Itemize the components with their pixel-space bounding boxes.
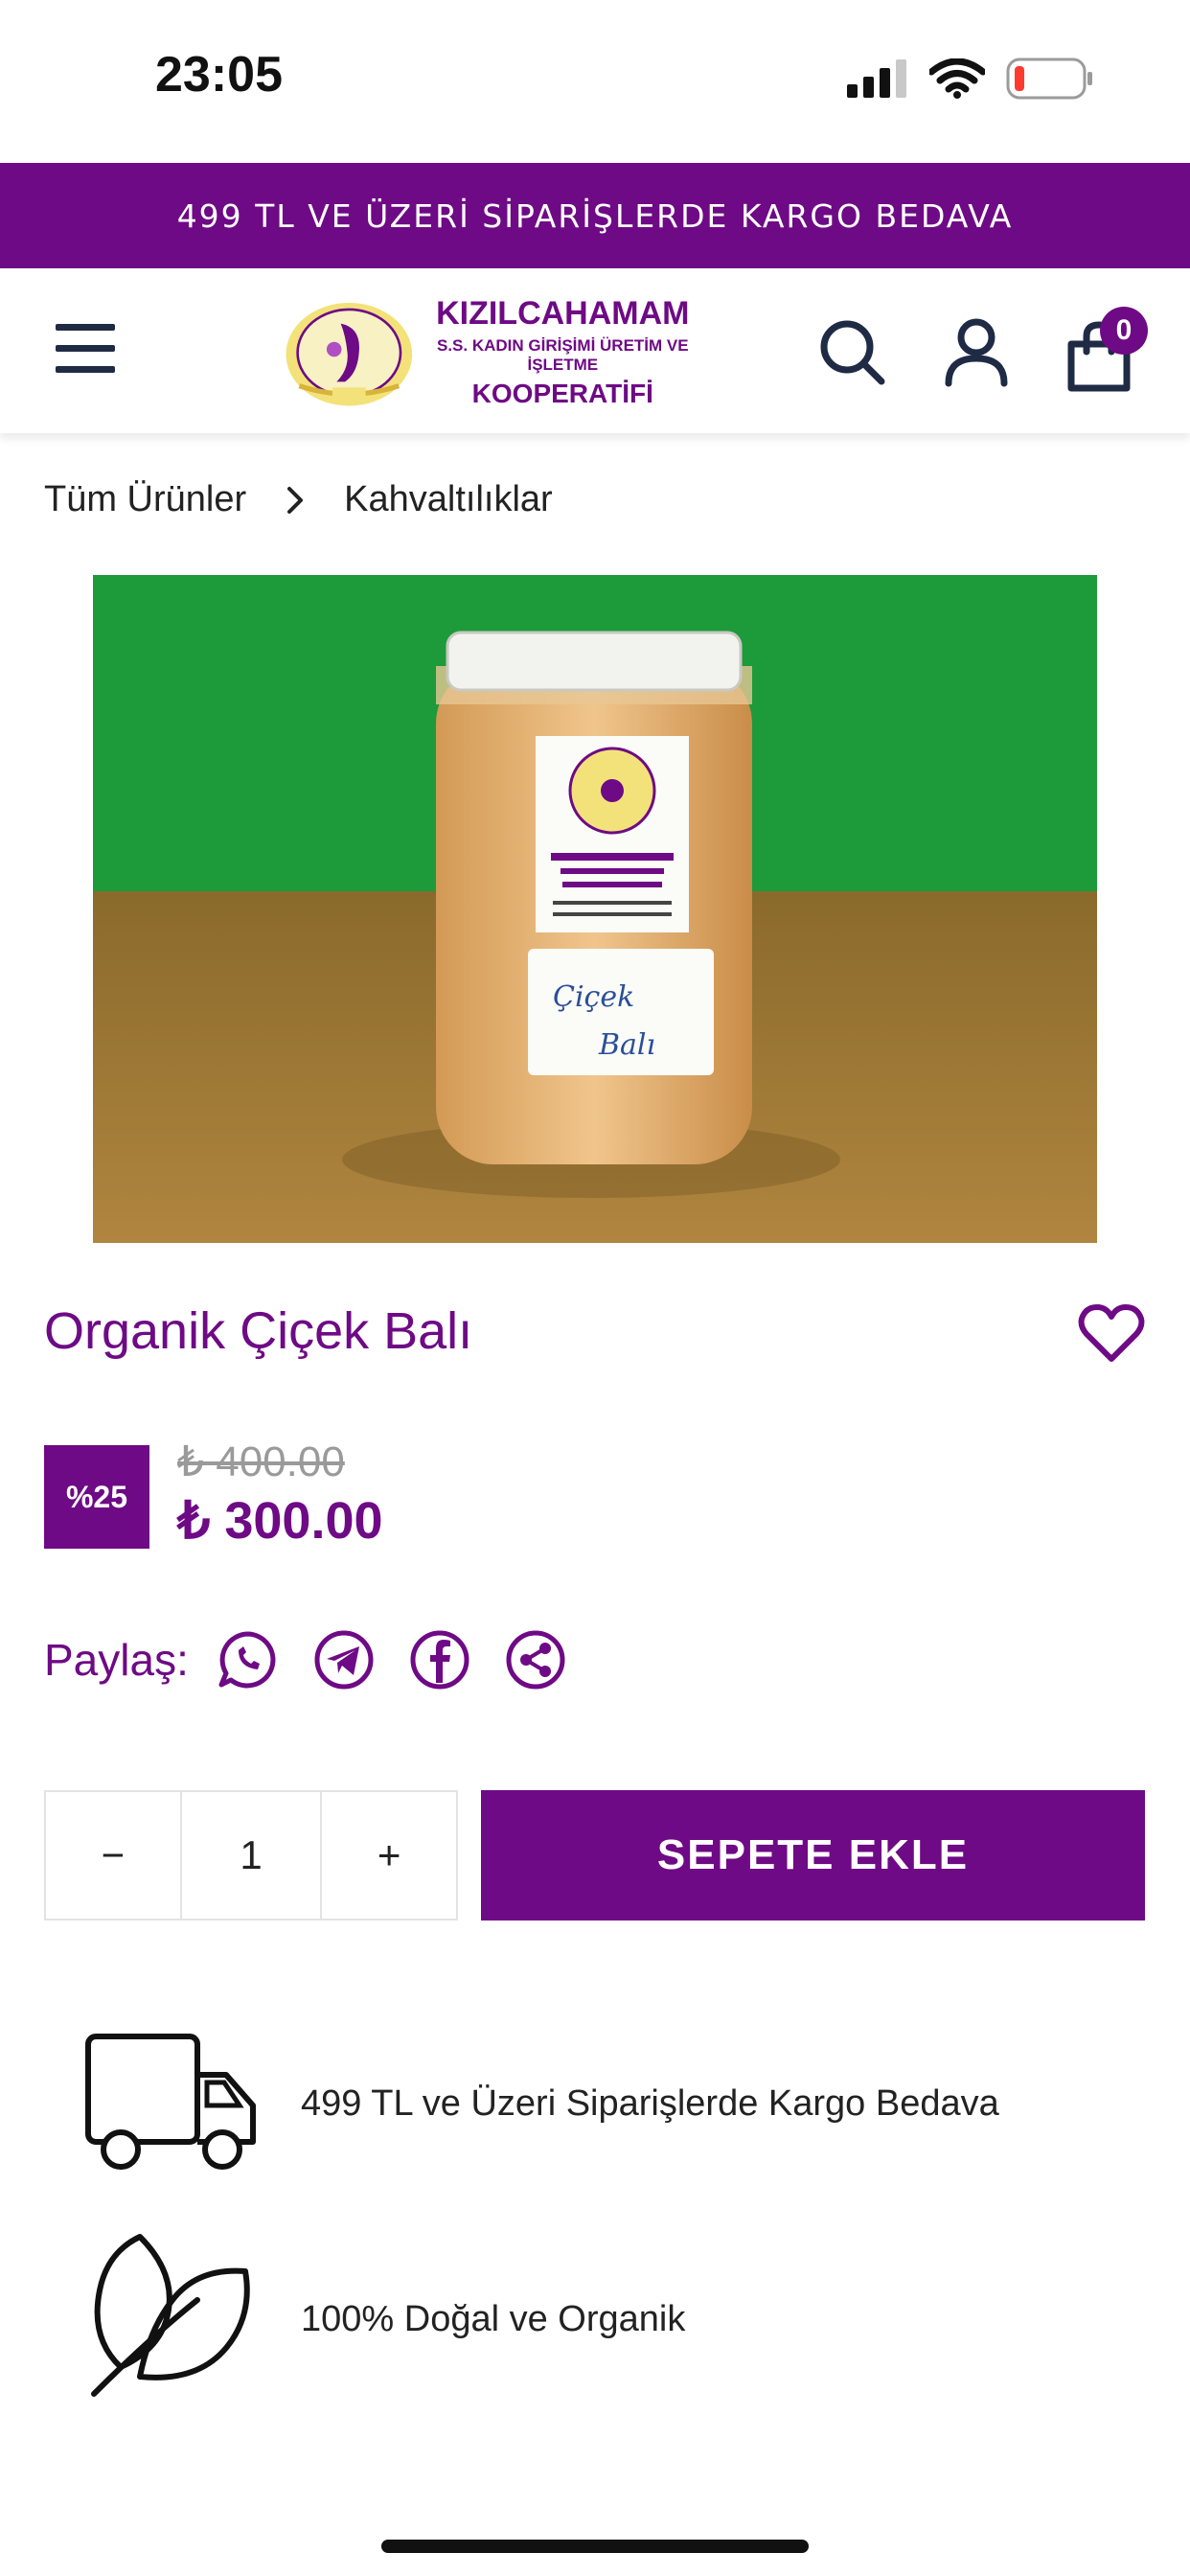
cart-count-badge: 0 [1100,307,1148,355]
menu-icon[interactable] [56,324,115,376]
quantity-stepper: − 1 + [44,1790,458,1920]
honey-jar-image: Çiçek Balı [93,575,1097,1243]
truck-icon [85,2034,256,2170]
quantity-decrease-button[interactable]: − [46,1792,180,1919]
search-icon[interactable] [816,316,887,387]
add-to-cart-button[interactable]: SEPETE EKLE [481,1790,1145,1920]
share-label: Paylaş: [44,1635,189,1685]
svg-text:Balı: Balı [598,1028,655,1062]
wifi-icon [929,58,985,99]
facebook-icon[interactable] [409,1629,470,1690]
battery-low-icon [1006,58,1092,100]
svg-text:Çiçek: Çiçek [553,980,634,1014]
status-bar: 23:05 [0,0,1190,163]
promo-banner: 499 TL VE ÜZERİ SİPARİŞLERDE KARGO BEDAV… [0,163,1190,268]
breadcrumb: Tüm Ürünler Kahvaltılıklar [44,479,553,520]
logo-emblem-icon [286,302,413,405]
user-icon[interactable] [941,316,1012,387]
breadcrumb-category[interactable]: Kahvaltılıklar [344,479,553,520]
chevron-right-icon [287,486,304,514]
site-header: KIZILCAHAMAM S.S. KADIN GİRİŞİMİ ÜRETİM … [0,268,1190,433]
product-title: Organik Çiçek Balı [44,1302,473,1360]
leaf-icon [91,2234,250,2397]
whatsapp-icon[interactable] [217,1629,279,1690]
logo-line-1: KIZILCAHAMAM [436,295,690,332]
old-price: ₺ 400.00 [177,1438,345,1485]
logo-line-2: S.S. KADIN GİRİŞİMİ ÜRETİM VE İŞLETME [437,336,689,374]
logo-text: KIZILCAHAMAM S.S. KADIN GİRİŞİMİ ÜRETİM … [422,295,704,409]
product-image[interactable]: Çiçek Balı [93,575,1097,1243]
share-row: Paylaş: [44,1629,601,1690]
price: ₺ 300.00 [177,1492,383,1550]
feature-free-shipping: 499 TL ve Üzeri Siparişlerde Kargo Bedav… [82,2017,999,2190]
heart-icon[interactable] [1078,1303,1145,1365]
quantity-increase-button[interactable]: + [322,1792,456,1919]
quantity-input[interactable]: 1 [179,1792,323,1919]
site-logo[interactable]: KIZILCAHAMAM S.S. KADIN GİRİŞİMİ ÜRETİM … [283,283,704,422]
logo-line-3: KOOPERATİFİ [471,379,653,408]
status-icons [847,58,1094,100]
promo-text: 499 TL VE ÜZERİ SİPARİŞLERDE KARGO BEDAV… [176,196,1014,235]
discount-badge: %25 [44,1445,149,1549]
feature-organic: 100% Doğal ve Organik [82,2233,685,2405]
status-time: 23:05 [155,47,283,103]
share-icon[interactable] [505,1629,566,1690]
telegram-icon[interactable] [313,1629,375,1690]
home-indicator[interactable] [381,2540,809,2553]
breadcrumb-all-products[interactable]: Tüm Ürünler [44,479,246,520]
feature-text: 499 TL ve Üzeri Siparişlerde Kargo Bedav… [301,2082,999,2124]
feature-text: 100% Doğal ve Organik [301,2298,686,2339]
cellular-signal-icon [847,59,906,98]
